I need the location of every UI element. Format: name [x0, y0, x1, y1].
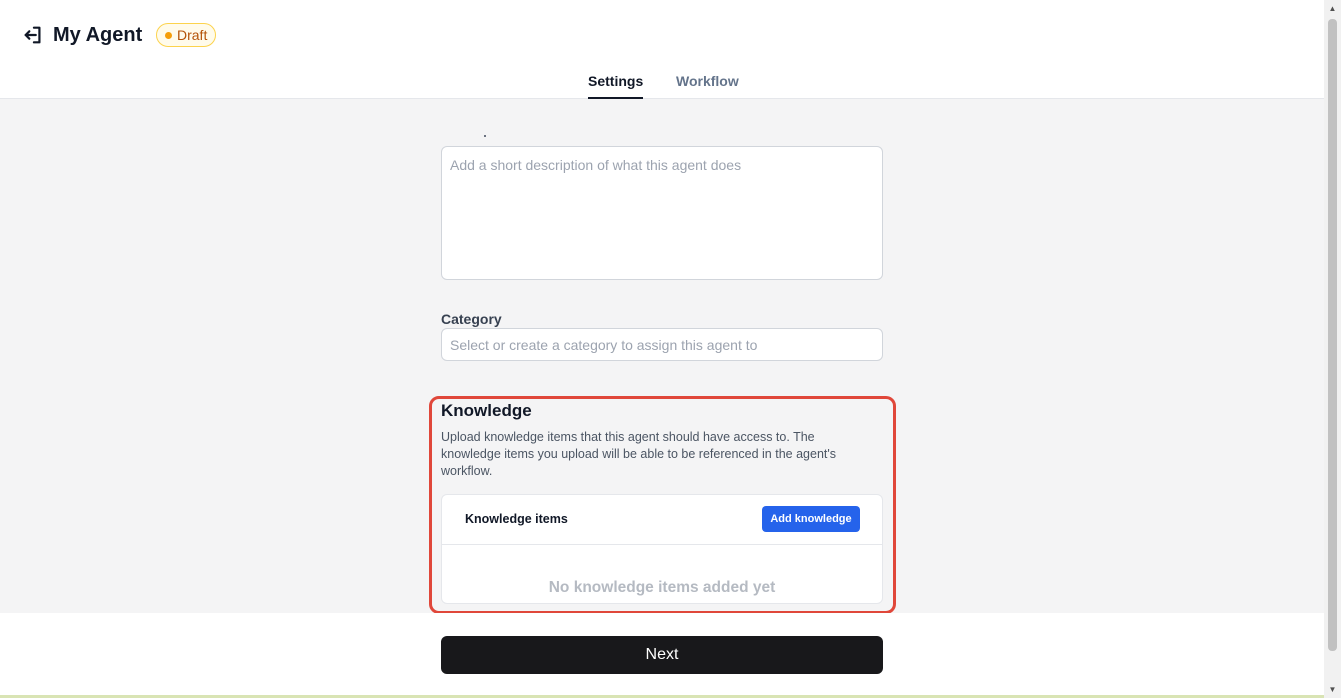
knowledge-card-header: Knowledge items Add knowledge	[442, 495, 882, 545]
vertical-scrollbar[interactable]: ▲ ▼	[1324, 0, 1341, 698]
scroll-up-icon[interactable]: ▲	[1324, 0, 1341, 17]
status-badge: Draft	[156, 23, 217, 47]
tab-workflow[interactable]: Workflow	[676, 72, 739, 90]
settings-panel: Category Knowledge Upload knowledge item…	[0, 99, 1324, 613]
knowledge-items-card: Knowledge items Add knowledge No knowled…	[441, 494, 883, 604]
scrollbar-thumb[interactable]	[1328, 19, 1337, 651]
category-input[interactable]	[441, 328, 883, 361]
knowledge-items-title: Knowledge items	[465, 512, 568, 526]
next-button[interactable]: Next	[441, 636, 883, 674]
description-textarea[interactable]	[441, 146, 883, 280]
status-dot-icon	[165, 32, 172, 39]
page-header: My Agent Draft Settings Workflow	[0, 0, 1324, 99]
field-label-fragment	[484, 135, 486, 137]
category-label: Category	[441, 311, 502, 327]
page-title: My Agent	[53, 24, 143, 46]
status-badge-label: Draft	[177, 27, 208, 43]
scroll-down-icon[interactable]: ▼	[1324, 681, 1341, 698]
tab-settings[interactable]: Settings	[588, 72, 644, 99]
back-icon[interactable]	[22, 24, 44, 46]
add-knowledge-button[interactable]: Add knowledge	[762, 506, 860, 532]
knowledge-description: Upload knowledge items that this agent s…	[441, 430, 837, 478]
knowledge-heading: Knowledge	[441, 401, 532, 420]
knowledge-empty-state: No knowledge items added yet	[548, 579, 776, 596]
